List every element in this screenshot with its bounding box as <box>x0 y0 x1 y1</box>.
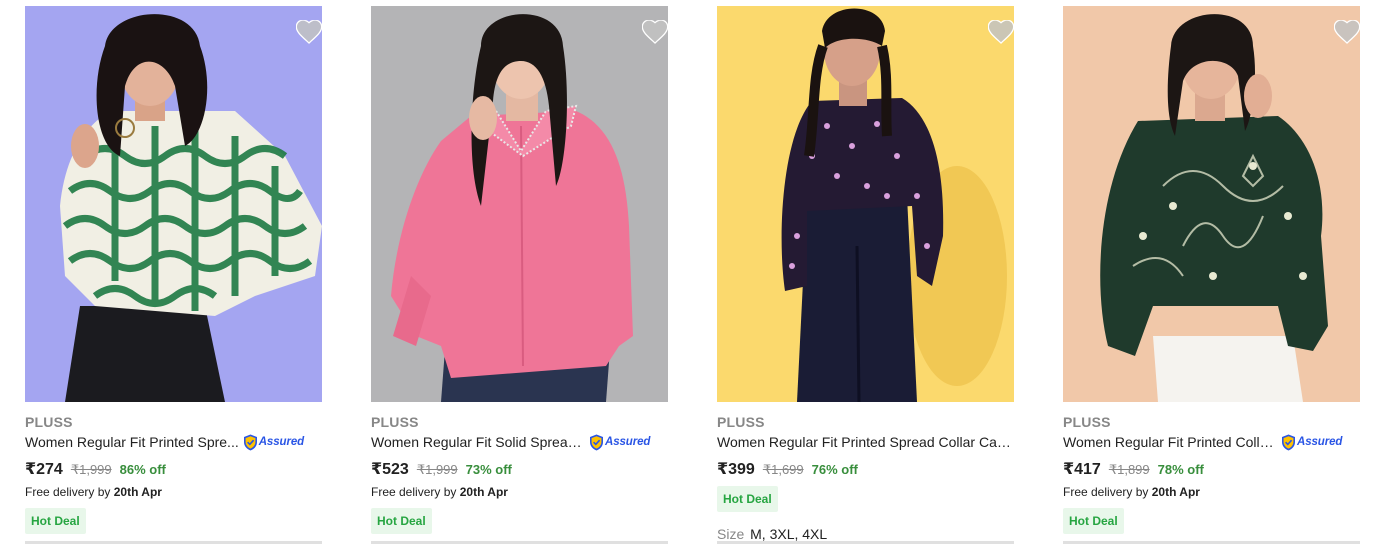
size-info: Size M, 3XL, 4XL <box>717 526 827 542</box>
original-price: ₹1,999 <box>70 462 112 477</box>
price-row: ₹274 ₹1,999 86% off <box>25 459 166 479</box>
product-title-row: Women Regular Fit Solid Spread ... Assur… <box>371 433 668 451</box>
delivery-prefix: Free delivery by <box>1063 485 1149 499</box>
product-image[interactable] <box>371 6 668 402</box>
delivery-info: Free delivery by 20th Apr <box>1063 485 1200 499</box>
shield-icon <box>1281 434 1296 451</box>
price-row: ₹399 ₹1,699 76% off <box>717 459 858 479</box>
assured-label: Assured <box>605 436 651 448</box>
selling-price: ₹399 <box>717 461 755 478</box>
product-image[interactable] <box>1063 6 1360 402</box>
size-label: Size <box>717 526 745 542</box>
delivery-prefix: Free delivery by <box>25 485 111 499</box>
hot-deal-badge: Hot Deal <box>717 486 778 512</box>
product-brand: PLUSS <box>717 414 765 430</box>
selling-price: ₹274 <box>25 461 63 478</box>
wishlist-heart-icon[interactable] <box>296 20 322 44</box>
product-brand: PLUSS <box>25 414 73 430</box>
discount-percent: 73% off <box>465 462 512 477</box>
delivery-prefix: Free delivery by <box>371 485 457 499</box>
product-card[interactable]: PLUSS Women Regular Fit Solid Spread ...… <box>371 6 668 544</box>
product-card[interactable]: PLUSS Women Regular Fit Printed Spre... … <box>25 6 322 544</box>
delivery-info: Free delivery by 20th Apr <box>371 485 508 499</box>
shield-icon <box>243 434 258 451</box>
assured-badge: Assured <box>1281 433 1342 451</box>
hot-deal-badge: Hot Deal <box>1063 508 1124 534</box>
delivery-info: Free delivery by 20th Apr <box>25 485 162 499</box>
product-brand: PLUSS <box>371 414 419 430</box>
wishlist-heart-icon[interactable] <box>642 20 668 44</box>
product-image[interactable] <box>25 6 322 402</box>
selling-price: ₹523 <box>371 461 409 478</box>
original-price: ₹1,999 <box>416 462 458 477</box>
hot-deal-badge: Hot Deal <box>25 508 86 534</box>
assured-label: Assured <box>258 436 305 448</box>
shield-icon <box>589 434 604 451</box>
product-image[interactable] <box>717 6 1014 402</box>
delivery-date: 20th Apr <box>1151 485 1200 499</box>
product-grid: PLUSS Women Regular Fit Printed Spre... … <box>0 0 1380 544</box>
product-card[interactable]: PLUSS Women Regular Fit Printed Colla...… <box>1063 6 1360 544</box>
delivery-date: 20th Apr <box>459 485 508 499</box>
wishlist-heart-icon[interactable] <box>1334 20 1360 44</box>
assured-label: Assured <box>1297 436 1343 448</box>
available-sizes: M, 3XL, 4XL <box>750 526 828 542</box>
product-title[interactable]: Women Regular Fit Solid Spread ... <box>371 434 585 450</box>
hot-deal-badge: Hot Deal <box>371 508 432 534</box>
delivery-date: 20th Apr <box>113 485 162 499</box>
selling-price: ₹417 <box>1063 461 1101 478</box>
product-title-row: Women Regular Fit Printed Spre... Assure… <box>25 433 322 451</box>
product-card[interactable]: PLUSS Women Regular Fit Printed Spread C… <box>717 6 1014 544</box>
assured-badge: Assured <box>589 433 650 451</box>
price-row: ₹417 ₹1,899 78% off <box>1063 459 1204 479</box>
original-price: ₹1,899 <box>1108 462 1150 477</box>
assured-badge: Assured <box>243 433 304 451</box>
wishlist-heart-icon[interactable] <box>988 20 1014 44</box>
original-price: ₹1,699 <box>762 462 804 477</box>
product-title[interactable]: Women Regular Fit Printed Spre... <box>25 434 239 450</box>
product-title-row: Women Regular Fit Printed Spread Collar … <box>717 433 1014 451</box>
product-title[interactable]: Women Regular Fit Printed Colla... <box>1063 434 1277 450</box>
product-title[interactable]: Women Regular Fit Printed Spread Collar … <box>717 434 1014 450</box>
product-title-row: Women Regular Fit Printed Colla... Assur… <box>1063 433 1360 451</box>
price-row: ₹523 ₹1,999 73% off <box>371 459 512 479</box>
product-brand: PLUSS <box>1063 414 1111 430</box>
discount-percent: 78% off <box>1157 462 1204 477</box>
discount-percent: 76% off <box>811 462 858 477</box>
discount-percent: 86% off <box>119 462 166 477</box>
